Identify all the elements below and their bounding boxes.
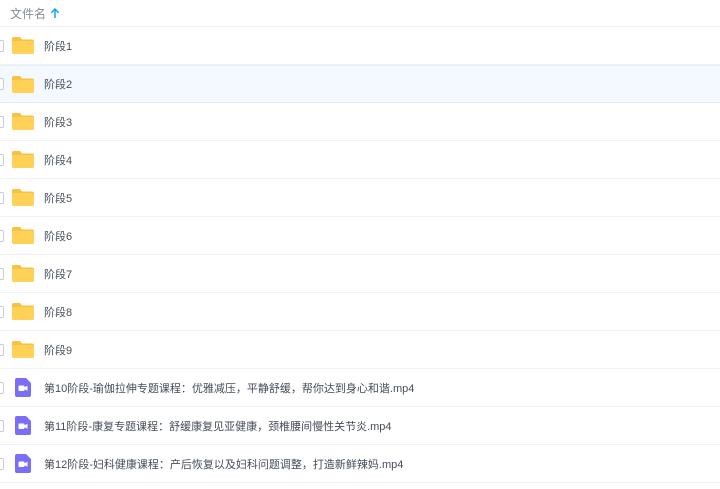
file-name[interactable]: 阶段1 xyxy=(44,38,72,54)
row-checkbox[interactable] xyxy=(0,419,4,432)
row-checkbox[interactable] xyxy=(0,305,4,318)
file-row[interactable]: 第10阶段-瑜伽拉伸专题课程：优雅减压，平静舒缓，帮你达到身心和谐.mp4 xyxy=(0,369,720,407)
row-checkbox[interactable] xyxy=(0,153,4,166)
row-checkbox[interactable] xyxy=(0,191,4,204)
row-checkbox[interactable] xyxy=(0,39,4,52)
file-row[interactable]: 第11阶段-康复专题课程：舒缓康复见亚健康，颈椎腰间慢性关节炎.mp4 xyxy=(0,407,720,445)
row-checkbox[interactable] xyxy=(0,381,4,394)
file-name[interactable]: 阶段4 xyxy=(44,152,72,168)
row-checkbox[interactable] xyxy=(0,229,4,242)
folder-icon xyxy=(10,35,36,57)
folder-row[interactable]: 阶段3 xyxy=(0,103,720,141)
file-rows: 阶段1 阶段2 阶段3 阶段4 阶段5 阶段6 阶段7 阶段8 阶段9 第10阶段-瑜伽拉伸专题课… xyxy=(0,27,720,483)
sort-ascending-icon[interactable] xyxy=(51,8,59,18)
filename-column-header[interactable]: 文件名 xyxy=(10,5,46,22)
list-header: 文件名 xyxy=(0,0,720,27)
folder-row[interactable]: 阶段5 xyxy=(0,179,720,217)
file-list: 文件名 阶段1 阶段2 阶段3 阶段4 阶段5 阶段6 阶段7 阶段8 阶段9 第10阶段-瑜伽拉… xyxy=(0,0,720,489)
video-file-icon xyxy=(10,377,36,399)
file-name[interactable]: 阶段9 xyxy=(44,342,72,358)
row-checkbox[interactable] xyxy=(0,343,4,356)
folder-row[interactable]: 阶段6 xyxy=(0,217,720,255)
file-name[interactable]: 阶段5 xyxy=(44,190,72,206)
folder-row[interactable]: 阶段1 xyxy=(0,27,720,65)
folder-row[interactable]: 阶段8 xyxy=(0,293,720,331)
file-name[interactable]: 阶段2 xyxy=(44,76,72,92)
file-name[interactable]: 阶段7 xyxy=(44,266,72,282)
folder-row[interactable]: 阶段4 xyxy=(0,141,720,179)
file-name[interactable]: 阶段6 xyxy=(44,228,72,244)
file-row[interactable]: 第12阶段-妇科健康课程：产后恢复以及妇科问题调整，打造新鲜辣妈.mp4 xyxy=(0,445,720,483)
file-name[interactable]: 第10阶段-瑜伽拉伸专题课程：优雅减压，平静舒缓，帮你达到身心和谐.mp4 xyxy=(44,380,414,396)
video-file-icon xyxy=(10,415,36,437)
file-name[interactable]: 阶段3 xyxy=(44,114,72,130)
folder-icon xyxy=(10,73,36,95)
video-file-icon xyxy=(10,453,36,475)
row-checkbox[interactable] xyxy=(0,457,4,470)
row-checkbox[interactable] xyxy=(0,115,4,128)
folder-icon xyxy=(10,149,36,171)
row-checkbox[interactable] xyxy=(0,267,4,280)
file-name[interactable]: 第12阶段-妇科健康课程：产后恢复以及妇科问题调整，打造新鲜辣妈.mp4 xyxy=(44,456,403,472)
folder-icon xyxy=(10,263,36,285)
folder-icon xyxy=(10,187,36,209)
folder-row[interactable]: 阶段9 xyxy=(0,331,720,369)
folder-icon xyxy=(10,339,36,361)
folder-icon xyxy=(10,111,36,133)
folder-row[interactable]: 阶段7 xyxy=(0,255,720,293)
file-name[interactable]: 第11阶段-康复专题课程：舒缓康复见亚健康，颈椎腰间慢性关节炎.mp4 xyxy=(44,418,392,434)
folder-row[interactable]: 阶段2 xyxy=(0,65,720,103)
row-checkbox[interactable] xyxy=(0,78,4,90)
folder-icon xyxy=(10,225,36,247)
file-name[interactable]: 阶段8 xyxy=(44,304,72,320)
folder-icon xyxy=(10,301,36,323)
